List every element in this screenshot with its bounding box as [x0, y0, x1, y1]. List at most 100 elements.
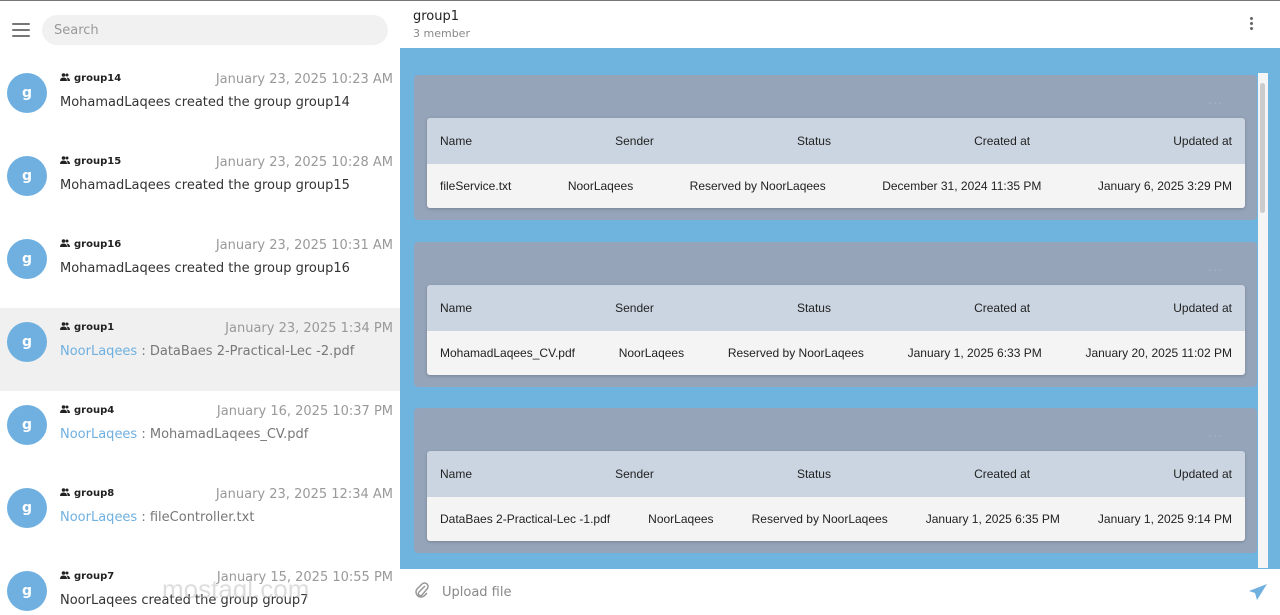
- chat-name: group8: [60, 488, 114, 499]
- chat-item-group1[interactable]: g group1 January 23, 2025 1:34 PM NoorLa…: [0, 308, 400, 391]
- send-icon[interactable]: [1248, 583, 1268, 606]
- column-header: Status: [796, 134, 831, 148]
- table-header-row: Name Sender Status Created at Updated at: [427, 285, 1245, 331]
- table-header-row: Name Sender Status Created at Updated at: [427, 118, 1245, 164]
- group-icon: [60, 571, 70, 582]
- group-icon: [60, 156, 70, 167]
- message-menu-icon[interactable]: ...: [1208, 424, 1223, 440]
- message-text: : MohamadLaqees_CV.pdf: [137, 427, 309, 442]
- chat-list: g group14 January 23, 2025 10:23 AM Moha…: [0, 59, 400, 615]
- chat-item-group7[interactable]: g group7 January 15, 2025 10:55 PM NoorL…: [0, 557, 400, 615]
- chat-time: January 15, 2025 10:55 PM: [216, 570, 393, 585]
- table-cell: fileService.txt: [440, 179, 512, 193]
- table-cell: Reserved by NoorLaqees: [751, 512, 888, 526]
- chat-item-group15[interactable]: g group15 January 23, 2025 10:28 AM Moha…: [0, 142, 400, 225]
- column-header: Name: [440, 467, 473, 481]
- table-cell: January 1, 2025 6:35 PM: [925, 512, 1060, 526]
- group-icon: [60, 488, 70, 499]
- sidebar: g group14 January 23, 2025 10:23 AM Moha…: [0, 1, 400, 615]
- table-row[interactable]: MohamadLaqees_CV.pdf NoorLaqees Reserved b…: [427, 331, 1245, 375]
- sender-link[interactable]: NoorLaqees: [60, 510, 137, 525]
- chat-name: group4: [60, 405, 114, 416]
- message-text: MohamadLaqees created the group group16: [60, 261, 350, 276]
- message-text: NoorLaqees created the group group7: [60, 593, 309, 608]
- table-cell: January 1, 2025 6:33 PM: [907, 346, 1042, 360]
- composer: Upload file: [400, 569, 1280, 615]
- column-header: Sender: [615, 467, 654, 481]
- chat-item-group14[interactable]: g group14 January 23, 2025 10:23 AM Moha…: [0, 59, 400, 142]
- table-row[interactable]: fileService.txt NoorLaqees Reserved by Noo…: [427, 164, 1245, 208]
- avatar: g: [7, 73, 47, 113]
- chat-panel: group1 3 member ... Name Sender Status Crea…: [400, 1, 1280, 615]
- column-header: Name: [440, 134, 473, 148]
- upload-file-button[interactable]: Upload file: [442, 585, 511, 600]
- message-area: ... Name Sender Status Created at Updated at…: [400, 48, 1280, 569]
- chat-name: group1: [60, 322, 114, 333]
- chat-item-group16[interactable]: g group16 January 23, 2025 10:31 AM Moha…: [0, 225, 400, 308]
- file-message-card: ... Name Sender Status Created at Updated at…: [414, 75, 1257, 220]
- chat-time: January 16, 2025 10:37 PM: [216, 404, 393, 419]
- file-message-card: ... Name Sender Status Created at Updated at…: [414, 408, 1257, 553]
- group-icon: [60, 405, 70, 416]
- column-header: Updated at: [1173, 134, 1232, 148]
- column-header: Created at: [974, 467, 1031, 481]
- column-header: Updated at: [1173, 467, 1232, 481]
- chat-name-label: group14: [74, 73, 122, 84]
- avatar: g: [7, 488, 47, 528]
- column-header: Sender: [615, 301, 654, 315]
- hamburger-menu-icon[interactable]: [12, 23, 30, 37]
- chat-time: January 23, 2025 10:31 AM: [215, 238, 393, 253]
- group-icon: [60, 73, 70, 84]
- search-input[interactable]: [42, 15, 388, 45]
- table-row[interactable]: DataBaes 2-Practical-Lec -1.pdf NoorLaqee…: [427, 497, 1245, 541]
- file-table: Name Sender Status Created at Updated at file…: [427, 118, 1245, 208]
- table-cell: NoorLaqees: [618, 346, 685, 360]
- group-icon: [60, 322, 70, 333]
- message-text: MohamadLaqees created the group group15: [60, 178, 350, 193]
- table-cell: NoorLaqees: [648, 512, 714, 526]
- table-cell: MohamadLaqees_CV.pdf: [440, 346, 575, 360]
- table-cell: DataBaes 2-Practical-Lec -1.pdf: [440, 512, 611, 526]
- column-header: Created at: [974, 134, 1031, 148]
- sender-link[interactable]: NoorLaqees: [60, 344, 137, 359]
- avatar: g: [7, 405, 47, 445]
- chat-name: group15: [60, 156, 121, 167]
- chat-name-label: group7: [74, 571, 115, 582]
- file-message-card: ... Name Sender Status Created at Updated at…: [414, 242, 1257, 387]
- avatar: g: [7, 322, 47, 362]
- paperclip-icon[interactable]: [414, 581, 430, 604]
- table-header-row: Name Sender Status Created at Updated at: [427, 451, 1245, 497]
- message-text: MohamadLaqees created the group group14: [60, 95, 350, 110]
- sidebar-topbar: [0, 1, 400, 59]
- chat-time: January 23, 2025 10:23 AM: [215, 72, 393, 87]
- scrollbar[interactable]: [1258, 73, 1268, 568]
- last-message: NoorLaqees : MohamadLaqees_CV.pdf: [60, 427, 308, 442]
- member-count: 3 member: [413, 27, 470, 40]
- chat-name-label: group16: [74, 239, 122, 250]
- chat-item-group4[interactable]: g group4 January 16, 2025 10:37 PM NoorL…: [0, 391, 400, 474]
- column-header: Created at: [974, 301, 1031, 315]
- group-icon: [60, 239, 70, 250]
- column-header: Sender: [615, 134, 654, 148]
- chat-name-label: group4: [74, 405, 115, 416]
- last-message: NoorLaqees : fileController.txt: [60, 510, 254, 525]
- chat-item-group8[interactable]: g group8 January 23, 2025 12:34 AM NoorL…: [0, 474, 400, 557]
- chat-name-label: group8: [74, 488, 115, 499]
- chat-time: January 23, 2025 10:28 AM: [215, 155, 393, 170]
- message-text: : fileController.txt: [137, 510, 255, 525]
- chat-name: group14: [60, 73, 121, 84]
- avatar: g: [7, 571, 47, 611]
- chat-time: January 23, 2025 1:34 PM: [225, 321, 393, 336]
- last-message: NoorLaqees created the group group7: [60, 593, 308, 608]
- sender-link[interactable]: NoorLaqees: [60, 427, 137, 442]
- chat-name: group16: [60, 239, 121, 250]
- more-options-icon[interactable]: [1250, 17, 1254, 30]
- table-cell: Reserved by NoorLaqees: [727, 346, 864, 360]
- message-text: : DataBaes 2-Practical-Lec -2.pdf: [137, 344, 355, 359]
- scrollbar-thumb[interactable]: [1260, 83, 1265, 213]
- chat-name-label: group15: [74, 156, 122, 167]
- message-menu-icon[interactable]: ...: [1208, 258, 1223, 274]
- column-header: Status: [796, 301, 831, 315]
- message-menu-icon[interactable]: ...: [1208, 91, 1223, 107]
- table-cell: NoorLaqees: [567, 179, 634, 193]
